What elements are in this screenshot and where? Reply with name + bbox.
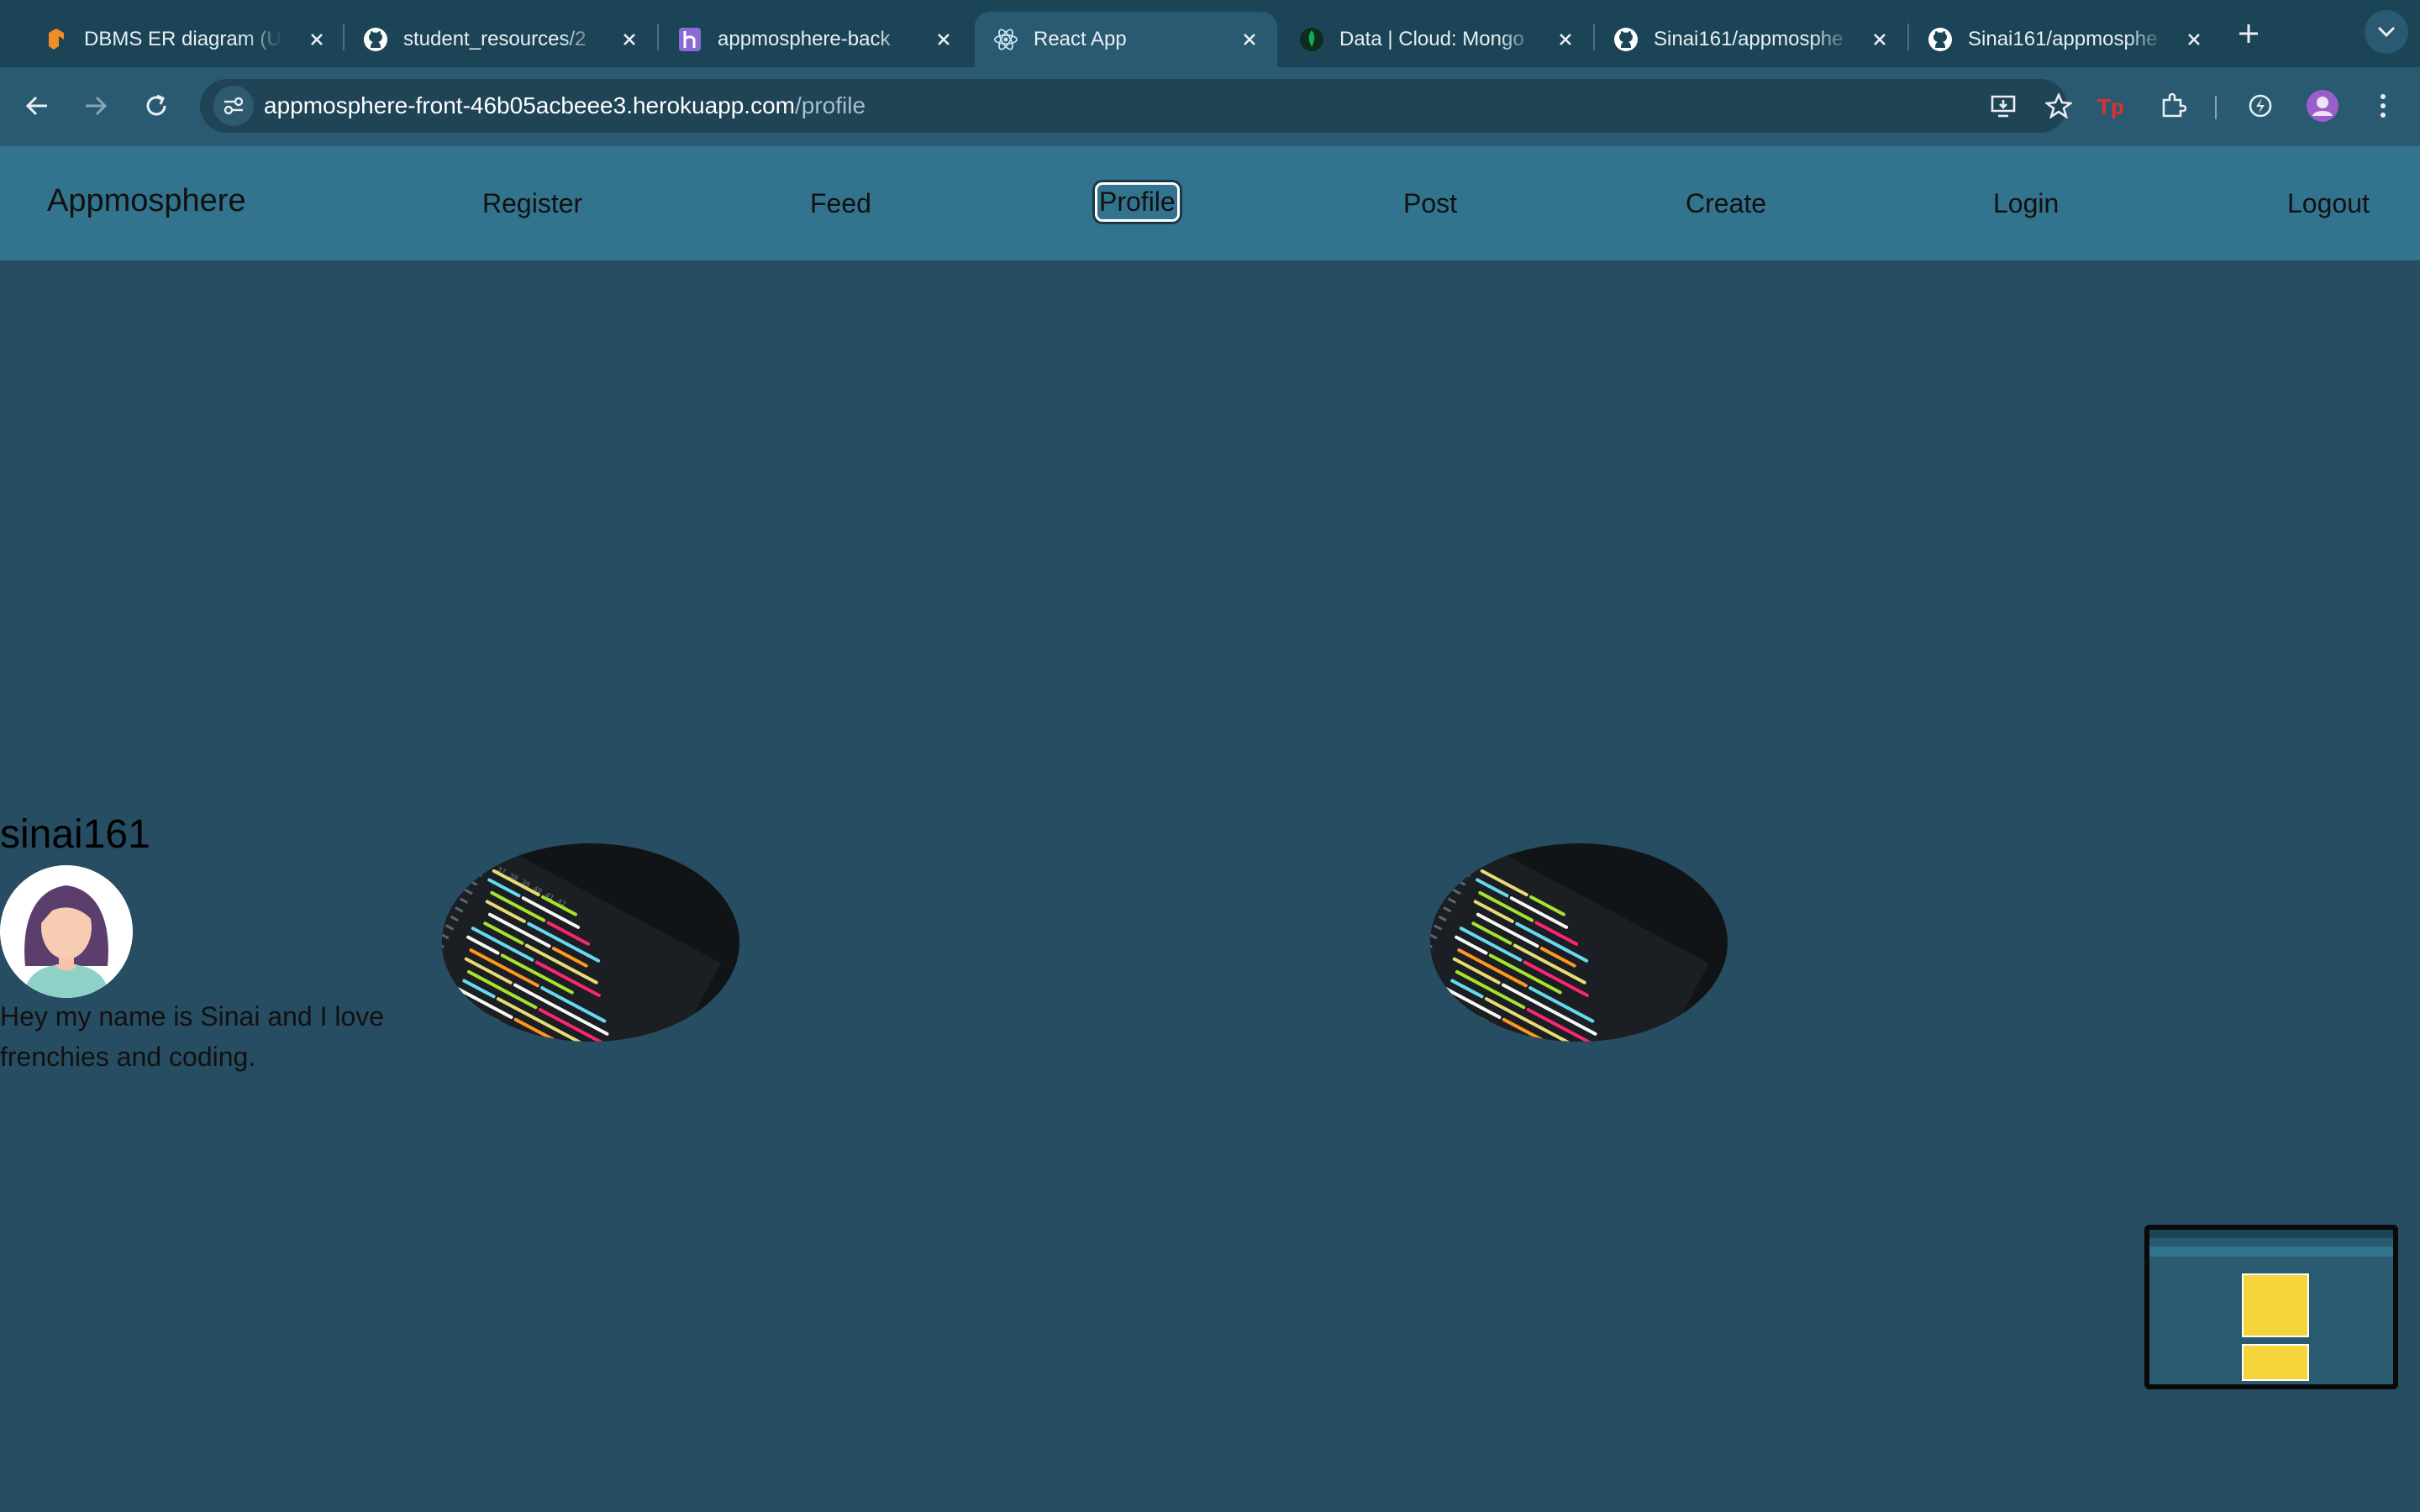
app-navbar: Appmosphere Register Feed Profile Post C…: [0, 146, 2420, 260]
svg-text:Tp: Tp: [2097, 94, 2124, 118]
nav-link-feed[interactable]: Feed: [810, 188, 871, 219]
nav-link-logout[interactable]: Logout: [2287, 188, 2370, 219]
nav-link-post[interactable]: Post: [1403, 188, 1457, 219]
bookmark-star-icon[interactable]: [2037, 84, 2081, 128]
brand-logo[interactable]: Appmosphere: [47, 183, 246, 219]
browser-tab-bar: DBMS ER diagram (U student_resources/2 a…: [0, 0, 2420, 67]
close-icon[interactable]: [617, 27, 642, 52]
toolbar-divider: [2215, 96, 2217, 119]
mongodb-icon: [1299, 27, 1324, 52]
screenshot-preview-thumbnail[interactable]: [2144, 1225, 2398, 1389]
extensions-icon[interactable]: [2151, 84, 2195, 128]
close-icon[interactable]: [1553, 27, 1578, 52]
new-tab-button[interactable]: [2232, 17, 2265, 50]
tab-student-resources[interactable]: student_resources/2: [345, 12, 657, 67]
chevron-down-icon: [2377, 26, 2396, 38]
close-icon[interactable]: [1867, 27, 1892, 52]
nav-link-create[interactable]: Create: [1686, 188, 1766, 219]
close-icon[interactable]: [931, 27, 956, 52]
back-arrow-icon: [25, 96, 47, 116]
tab-title: Data | Cloud: Mongo: [1339, 28, 1524, 50]
react-icon: [993, 27, 1018, 52]
tab-title: DBMS ER diagram (U: [84, 28, 281, 50]
reload-icon: [146, 94, 166, 116]
tab-appmosphere-back[interactable]: appmosphere-back: [659, 12, 971, 67]
nav-link-profile[interactable]: Profile: [1095, 182, 1180, 222]
tab-dbms-er-diagram[interactable]: DBMS ER diagram (U: [25, 12, 345, 67]
install-app-icon[interactable]: [1981, 84, 2025, 128]
nav-link-register[interactable]: Register: [482, 188, 582, 219]
tab-title: student_resources/2: [403, 28, 587, 50]
profile-bio: Hey my name is Sinai and I love frenchie…: [0, 1001, 385, 1072]
github-icon: [1928, 27, 1953, 52]
browser-toolbar: appmosphere-front-46b05acbeee3.herokuapp…: [0, 67, 2420, 148]
reload-button[interactable]: [134, 84, 178, 128]
translate-extension-icon[interactable]: Tp: [2089, 84, 2133, 128]
forward-arrow-icon: [86, 96, 108, 116]
post-image-code-screenshot[interactable]: 35 36 37 38 39 40 41 42: [442, 843, 739, 1042]
close-icon[interactable]: [304, 27, 329, 52]
close-icon[interactable]: [1237, 27, 1262, 52]
url-host: appmosphere-front-46b05acbeee3.herokuapp…: [264, 92, 795, 118]
avatar: [0, 865, 133, 998]
tab-title: Sinai161/appmosphe: [1654, 28, 1844, 50]
site-info-icon[interactable]: [213, 86, 254, 126]
tab-title: React App: [1034, 28, 1127, 50]
tab-title: Sinai161/appmosphe: [1968, 28, 2158, 50]
url-text[interactable]: appmosphere-front-46b05acbeee3.herokuapp…: [264, 92, 865, 119]
heroku-icon: [677, 27, 702, 52]
tab-sinai161-appmosphere-2[interactable]: Sinai161/appmosphe: [1909, 12, 2222, 67]
thumbnail-book-cover: [2242, 1273, 2309, 1337]
back-button[interactable]: [15, 84, 59, 128]
tab-mongodb-cloud[interactable]: Data | Cloud: Mongo: [1281, 12, 1593, 67]
forward-button[interactable]: [74, 84, 118, 128]
url-path: /profile: [794, 92, 866, 118]
lucidchart-icon: [44, 27, 69, 52]
tab-search-button[interactable]: [2365, 10, 2408, 54]
profile-username: sinai161: [0, 812, 150, 857]
tab-react-app[interactable]: React App: [975, 12, 1277, 67]
screenshot-preview-image: [2149, 1230, 2393, 1384]
close-icon[interactable]: [2181, 27, 2207, 52]
performance-icon[interactable]: [2238, 84, 2282, 128]
github-icon: [363, 27, 388, 52]
tab-title: appmosphere-back: [718, 28, 891, 50]
nav-link-login[interactable]: Login: [1993, 188, 2059, 219]
more-menu-icon[interactable]: [2361, 84, 2405, 128]
address-bar[interactable]: appmosphere-front-46b05acbeee3.herokuapp…: [200, 79, 2072, 133]
thumbnail-book-cover: [2242, 1344, 2309, 1381]
github-icon: [1613, 27, 1639, 52]
post-image-code-screenshot[interactable]: [1430, 843, 1728, 1042]
profile-avatar-icon[interactable]: [2301, 84, 2344, 128]
tab-sinai161-appmosphere-1[interactable]: Sinai161/appmosphe: [1595, 12, 1907, 67]
